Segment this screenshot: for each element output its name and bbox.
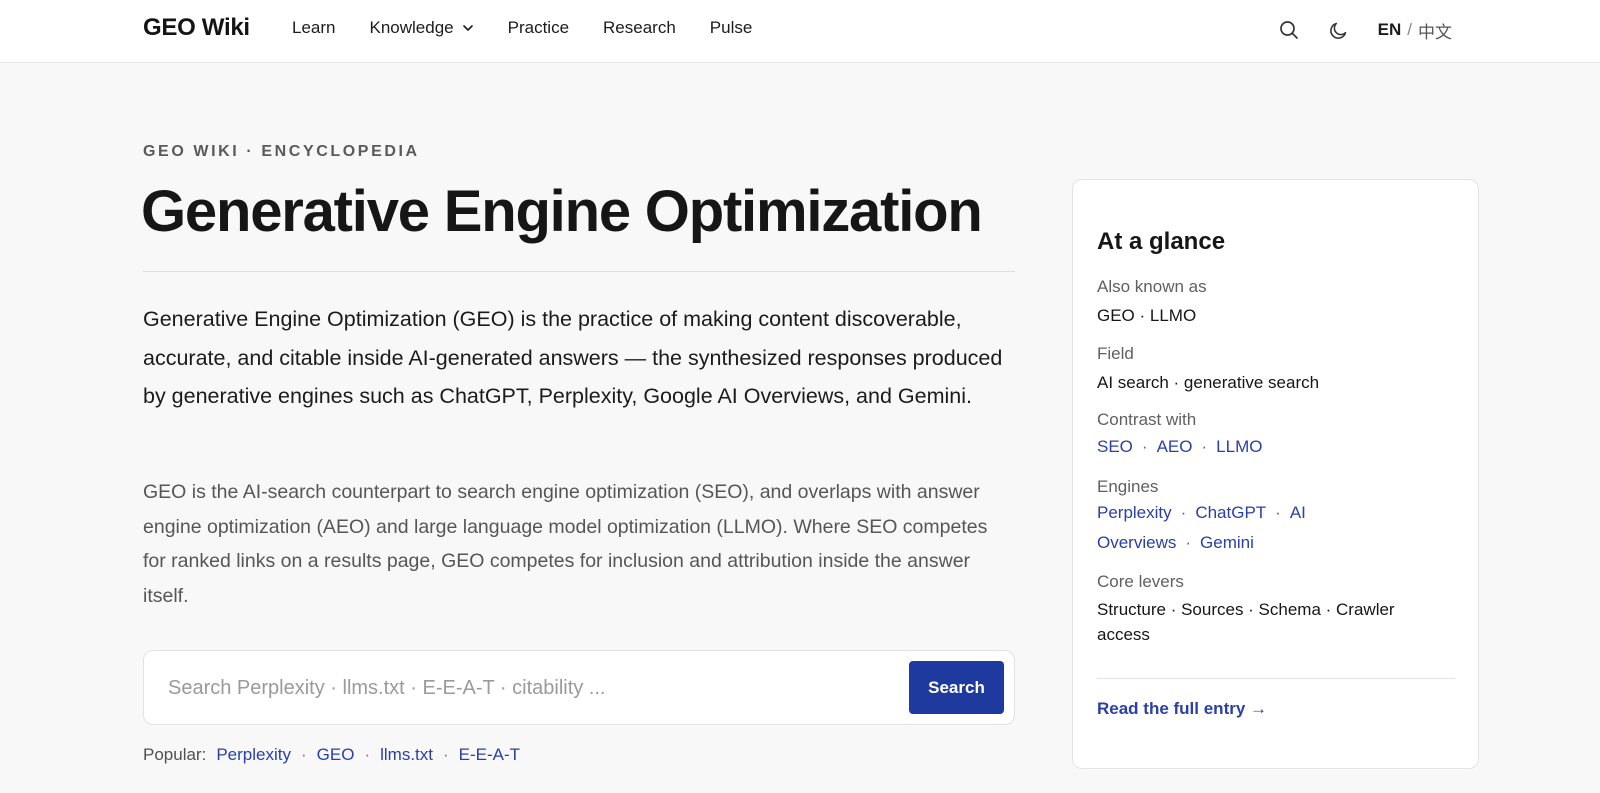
nav-item-label: Learn: [292, 18, 336, 37]
separator-dot: ·: [1180, 503, 1187, 522]
title-divider: [143, 271, 1015, 272]
core-levers-value: Structure · Sources · Schema · Crawler a…: [1097, 600, 1395, 644]
separator-dot: ·: [443, 745, 449, 764]
nav-item-pulse[interactable]: Pulse: [710, 18, 753, 38]
contrast-label: Contrast with: [1097, 410, 1197, 429]
lang-zh-link[interactable]: 中文: [1418, 18, 1452, 43]
lead-paragraph: Generative Engine Optimization (GEO) is …: [143, 307, 1003, 408]
nav-item-research[interactable]: Research: [603, 18, 676, 38]
separator-dot: ·: [1275, 503, 1281, 522]
contrast-link-aeo[interactable]: AEO: [1157, 437, 1193, 456]
engines-links: Perplexity · ChatGPT · AI Overviews · Gemini: [1097, 498, 1442, 558]
popular-searches: Popular: Perplexity · GEO · llms.txt · E…: [143, 745, 520, 765]
engine-link-perplexity[interactable]: Perplexity: [1097, 503, 1172, 522]
nav-item-knowledge[interactable]: Knowledge: [369, 18, 473, 38]
field-value: AI search · generative search: [1097, 373, 1320, 392]
contrast-link-seo[interactable]: SEO: [1097, 437, 1133, 456]
chevron-down-icon: [462, 25, 473, 31]
nav-item-practice[interactable]: Practice: [508, 18, 569, 38]
search-input[interactable]: [158, 665, 878, 711]
nav-item-label: Pulse: [709, 18, 753, 37]
nav-item-label: Research: [603, 18, 676, 37]
search-box: Search: [143, 650, 1015, 725]
lang-en-link[interactable]: EN: [1378, 20, 1402, 40]
separator-dot: ·: [300, 745, 307, 764]
read-full-entry-link[interactable]: Read the full entry →: [1097, 699, 1267, 719]
aka-value: GEO · LLMO: [1097, 306, 1197, 325]
search-icon[interactable]: [1276, 17, 1302, 43]
engine-link-chatgpt[interactable]: ChatGPT: [1195, 503, 1266, 522]
card-divider: [1097, 678, 1455, 679]
separator-dot: ·: [1141, 437, 1148, 456]
nav-item-label: Practice: [507, 18, 570, 37]
popular-label: Popular:: [143, 745, 207, 764]
card-title: At a glance: [1097, 228, 1226, 255]
engine-link-gemini[interactable]: Gemini: [1200, 533, 1254, 552]
popular-link-geo[interactable]: GEO: [317, 745, 355, 765]
lang-separator: /: [1407, 20, 1412, 39]
at-a-glance-card: At a glance Also known as GEO · LLMO Fie…: [1072, 179, 1479, 769]
intro-paragraph: GEO is the AI-search counterpart to sear…: [143, 481, 988, 607]
nav-item-learn[interactable]: Learn: [292, 18, 335, 38]
header-actions: EN / 中文: [1276, 17, 1452, 43]
main-nav: Learn Knowledge Practice Research Pulse: [292, 18, 786, 38]
engines-label: Engines: [1097, 477, 1159, 496]
top-navigation-bar: GEO Wiki Learn Knowledge Practice Resear…: [0, 0, 1600, 63]
field-label: Field: [1097, 344, 1134, 363]
language-switcher: EN / 中文: [1378, 18, 1452, 43]
contrast-links: SEO · AEO · LLMO: [1097, 432, 1442, 462]
separator-dot: ·: [364, 745, 371, 764]
popular-link-eeat[interactable]: E-E-A-T: [459, 745, 520, 765]
popular-link-perplexity[interactable]: Perplexity: [216, 745, 291, 765]
contrast-link-llmo[interactable]: LLMO: [1216, 437, 1262, 456]
separator-dot: ·: [1185, 533, 1192, 552]
page-title: Generative Engine Optimization: [141, 179, 983, 244]
brand-logo-link[interactable]: GEO Wiki: [143, 14, 250, 42]
aka-label: Also known as: [1097, 277, 1207, 296]
popular-link-llms-txt[interactable]: llms.txt: [380, 745, 433, 765]
search-button[interactable]: Search: [909, 661, 1004, 714]
breadcrumb-kicker: GEO WIKI · ENCYCLOPEDIA: [143, 143, 420, 160]
separator-dot: ·: [1201, 437, 1208, 456]
moon-icon[interactable]: [1326, 17, 1352, 43]
core-levers-label: Core levers: [1097, 572, 1184, 591]
nav-item-label: Knowledge: [369, 18, 454, 37]
